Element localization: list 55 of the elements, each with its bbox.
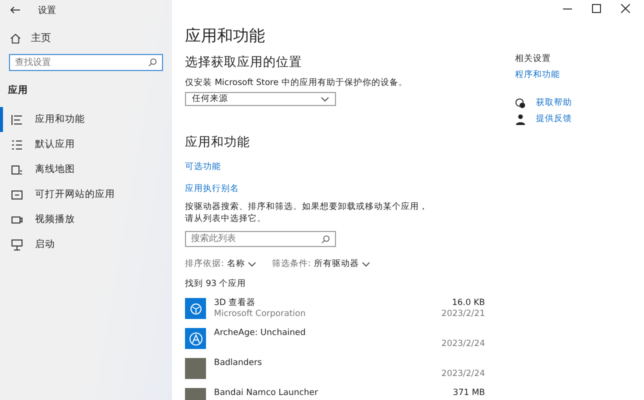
link[interactable]: 应用执行别名	[185, 183, 239, 195]
back-icon[interactable]	[10, 6, 20, 14]
chevron-down-icon	[321, 96, 329, 102]
nav-item[interactable]: 可打开网站的应用	[0, 182, 172, 207]
nav-item[interactable]: 视频播放	[0, 207, 172, 232]
nav-item[interactable]: 离线地图	[0, 157, 172, 182]
section-heading: 选择获取应用的位置	[185, 54, 303, 71]
app-publisher: Microsoft Corporation	[214, 309, 306, 320]
photo-placeholder	[185, 358, 206, 379]
source-dropdown[interactable]: 任何来源	[185, 92, 336, 106]
description-text: 仅安装 Microsoft Store 中的应用有助于保护你的设备。	[185, 77, 408, 89]
chevron-down-icon	[362, 262, 370, 266]
app-name[interactable]: Bandai Namco Launcher	[214, 388, 318, 399]
nav-icon	[11, 114, 23, 126]
nav-item[interactable]: 启动	[0, 232, 172, 257]
link[interactable]: 提供反馈	[536, 113, 572, 125]
chat-bubble-icon	[515, 98, 526, 108]
nav-icon	[11, 188, 23, 200]
link[interactable]: 获取帮助	[536, 97, 572, 109]
nav-icon	[11, 214, 23, 226]
section-heading: 应用和功能	[185, 134, 251, 151]
link[interactable]: 可选功能	[185, 161, 221, 173]
related-heading: 相关设置	[515, 53, 552, 65]
close-icon[interactable]	[621, 4, 630, 13]
search-icon	[148, 58, 157, 67]
search-field[interactable]: 搜索此列表	[185, 231, 336, 247]
filter-dropdown[interactable]: 筛选条件: 所有驱动器	[272, 258, 370, 270]
app-name[interactable]: Badlanders	[214, 358, 262, 369]
app-size: 371 MB	[452, 388, 485, 399]
person-icon	[515, 114, 526, 124]
link[interactable]: 程序和功能	[515, 69, 560, 81]
app-name[interactable]: 3D 查看器	[214, 298, 256, 309]
app-date: 2023/2/21	[441, 309, 485, 320]
app-size: 16.0 KB	[452, 298, 485, 309]
sort-dropdown[interactable]: 排序依据: 名称	[185, 258, 256, 270]
nav-icon	[11, 164, 23, 176]
nav-icon	[11, 238, 23, 250]
app-name[interactable]: ArcheAge: Unchained	[214, 328, 306, 339]
app-date: 2023/2/24	[441, 369, 485, 380]
home-link[interactable]: 主页	[0, 20, 172, 46]
nav-icon	[11, 138, 23, 150]
letter-app-icon	[185, 328, 206, 349]
cube-app-icon	[185, 298, 206, 319]
app-count: 找到 93 个应用	[185, 278, 248, 290]
description-text: 按驱动器搜索、排序和筛选。如果想要卸载或移动某个应用，请从列表中选择它。	[185, 201, 429, 225]
nav-item[interactable]: 默认应用	[0, 132, 172, 157]
chevron-down-icon	[248, 262, 256, 266]
home-icon	[10, 32, 21, 44]
search-field[interactable]: 查找设置	[9, 54, 163, 71]
app-date: 2023/2/24	[441, 339, 485, 350]
window-title: 设置	[38, 4, 56, 16]
maximize-icon[interactable]	[592, 4, 601, 13]
page-title: 应用和功能	[185, 26, 266, 47]
section-heading: 应用	[8, 84, 29, 97]
search-icon	[321, 235, 330, 244]
